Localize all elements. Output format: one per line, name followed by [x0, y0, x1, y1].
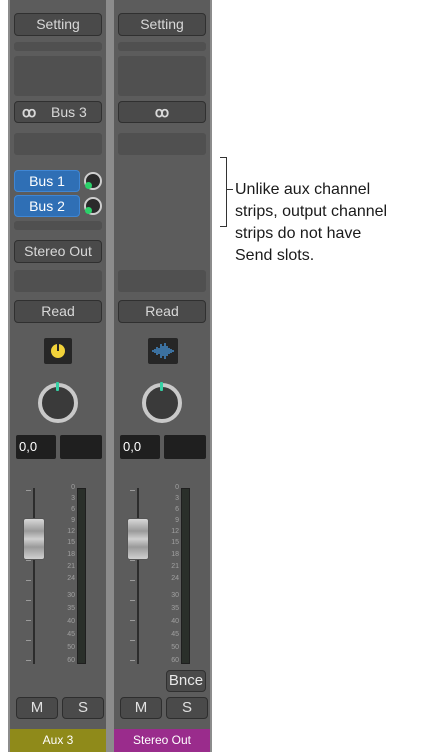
callout-bracket: [220, 157, 227, 227]
link-rings-icon: ꝏ: [154, 104, 170, 120]
mute-button[interactable]: M: [120, 697, 162, 719]
volume-fader-track[interactable]: [33, 488, 35, 664]
bounce-button[interactable]: Bnce: [166, 670, 206, 692]
channel-strip-aux3: Setting ꝏ Bus 3 Bus 1 Bus 2 Stereo Out R…: [10, 0, 106, 752]
mixer-panel: Setting ꝏ Bus 3 Bus 1 Bus 2 Stereo Out R…: [8, 0, 212, 752]
volume-fader-handle[interactable]: [23, 518, 45, 560]
setting-button[interactable]: Setting: [14, 13, 102, 36]
automation-mode-button[interactable]: Read: [118, 300, 206, 323]
send-slot-bus1[interactable]: Bus 1: [14, 170, 80, 192]
channel-strip-stereo-out: Setting ꝏ Read 0,0 0 3 6 9 12 15 18 21 2…: [114, 0, 210, 752]
volume-fader-handle[interactable]: [127, 518, 149, 560]
callout-line-4: Send slots.: [235, 247, 315, 264]
level-meter: [77, 488, 86, 664]
waveform-icon[interactable]: [148, 338, 178, 364]
eq-thumbnail-slot[interactable]: [118, 42, 206, 51]
volume-fader-track[interactable]: [137, 488, 139, 664]
callout-text: Unlike aux channel strips, output channe…: [235, 179, 430, 267]
callout-line-1: Unlike aux channel: [235, 181, 371, 198]
link-rings-icon: ꝏ: [22, 104, 37, 120]
group-slot[interactable]: [118, 270, 206, 292]
input-slot[interactable]: ꝏ: [118, 101, 206, 123]
mute-button[interactable]: M: [16, 697, 58, 719]
midi-fx-slot[interactable]: [118, 56, 206, 96]
empty-send-slot[interactable]: [14, 221, 102, 230]
input-label: Bus 3: [51, 104, 87, 120]
eq-thumbnail-slot[interactable]: [14, 42, 102, 51]
pan-knob[interactable]: [142, 382, 182, 423]
peak-value-display: [60, 435, 102, 459]
callout-line-3: strips do not have: [235, 225, 362, 242]
audio-fx-slot[interactable]: [118, 133, 206, 155]
send-slot-bus2[interactable]: Bus 2: [14, 195, 80, 217]
setting-button[interactable]: Setting: [118, 13, 206, 36]
output-slot[interactable]: Stereo Out: [14, 240, 102, 263]
volume-value-display: 0,0: [120, 435, 160, 459]
channel-name[interactable]: Stereo Out: [114, 729, 210, 752]
send-level-indicator: [85, 182, 92, 189]
yellow-dial-icon[interactable]: [44, 338, 72, 364]
level-meter: [181, 488, 190, 664]
group-slot[interactable]: [14, 270, 102, 292]
input-slot[interactable]: ꝏ Bus 3: [14, 101, 102, 123]
solo-button[interactable]: S: [62, 697, 104, 719]
volume-value-display: 0,0: [16, 435, 56, 459]
callout-leader-line: [227, 189, 233, 190]
audio-fx-slot[interactable]: [14, 133, 102, 155]
peak-value-display: [164, 435, 206, 459]
automation-mode-button[interactable]: Read: [14, 300, 102, 323]
midi-fx-slot[interactable]: [14, 56, 102, 96]
pan-knob[interactable]: [38, 382, 78, 423]
channel-name[interactable]: Aux 3: [10, 729, 106, 752]
send-level-indicator: [85, 207, 92, 214]
solo-button[interactable]: S: [166, 697, 208, 719]
callout-line-2: strips, output channel: [235, 203, 388, 220]
